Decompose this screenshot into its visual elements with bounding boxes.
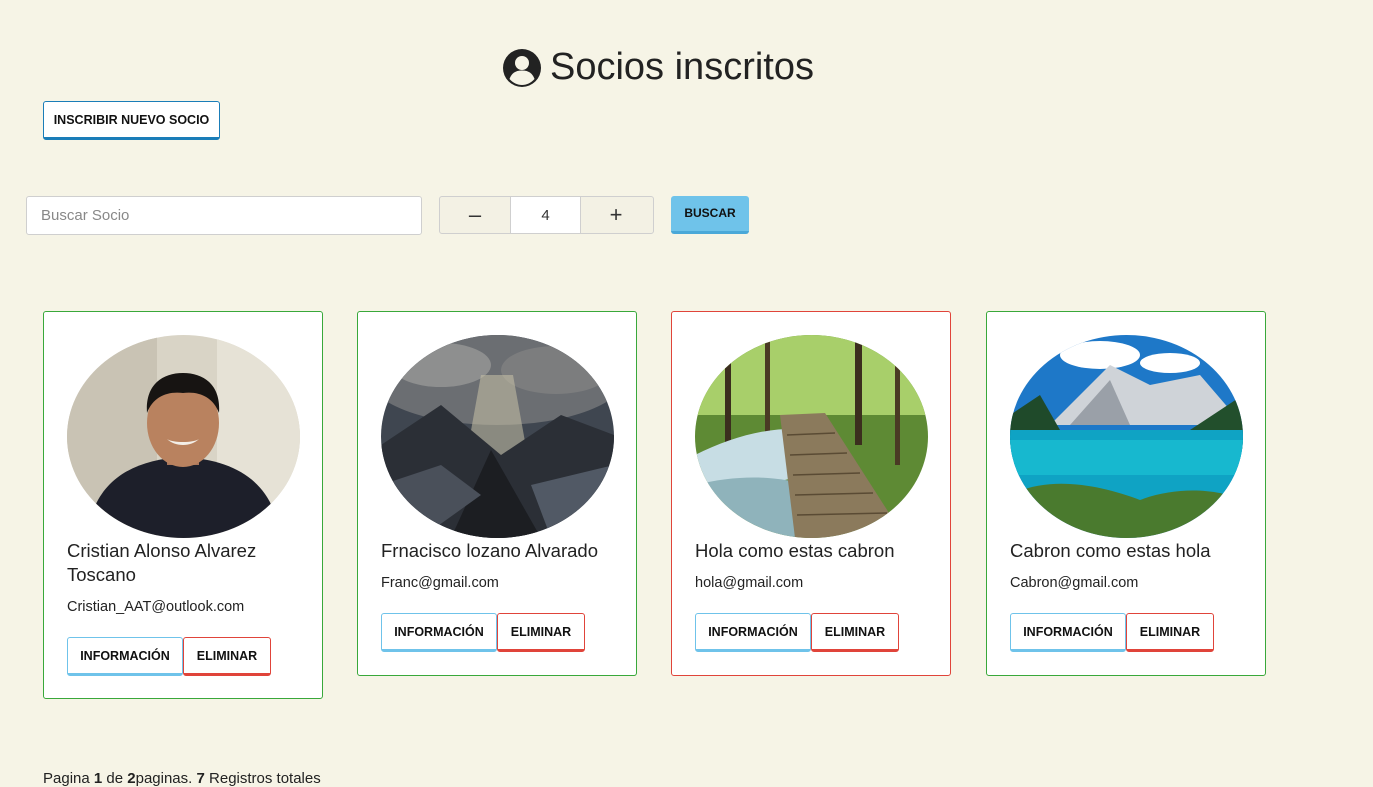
page-title-text: Socios inscritos — [550, 46, 814, 88]
stepper-value[interactable]: 4 — [510, 197, 581, 233]
member-email: hola@gmail.com — [695, 575, 804, 591]
delete-button[interactable]: ELIMINAR — [183, 637, 271, 676]
card-actions: INFORMACIÓN ELIMINAR — [67, 637, 271, 676]
member-email: Cristian_AAT@outlook.com — [67, 599, 245, 615]
member-card: Hola como estas cabron hola@gmail.com IN… — [671, 311, 951, 676]
member-photo — [1010, 335, 1243, 538]
info-button[interactable]: INFORMACIÓN — [695, 613, 811, 652]
member-card: Cristian Alonso Alvarez Toscano Cristian… — [43, 311, 323, 699]
pagination-pages-label: paginas. — [135, 770, 193, 787]
member-name: Cristian Alonso Alvarez Toscano — [67, 540, 257, 585]
new-member-button[interactable]: INSCRIBIR NUEVO SOCIO — [43, 101, 220, 140]
increment-button[interactable]: + — [581, 197, 651, 233]
page-title: Socios inscritos — [502, 46, 814, 89]
delete-button[interactable]: ELIMINAR — [497, 613, 585, 652]
quantity-stepper: – 4 + — [439, 196, 654, 234]
decrement-button[interactable]: – — [440, 197, 510, 233]
card-actions: INFORMACIÓN ELIMINAR — [381, 613, 585, 652]
pagination-label: Pagina — [43, 770, 90, 787]
pagination-info: Pagina 1 de 2paginas. 7 Registros totale… — [43, 770, 321, 787]
search-input[interactable] — [26, 196, 422, 235]
member-photo — [695, 335, 928, 538]
member-card: Frnacisco lozano Alvarado Franc@gmail.co… — [357, 311, 637, 676]
delete-button[interactable]: ELIMINAR — [811, 613, 899, 652]
member-photo — [67, 335, 300, 538]
member-card: Cabron como estas hola Cabron@gmail.com … — [986, 311, 1266, 676]
member-email: Franc@gmail.com — [381, 575, 499, 591]
records-label: Registros totales — [209, 770, 321, 787]
user-circle-icon — [502, 48, 542, 88]
current-page: 1 — [93, 770, 103, 787]
info-button[interactable]: INFORMACIÓN — [67, 637, 183, 676]
total-pages: 2 — [127, 770, 136, 787]
info-button[interactable]: INFORMACIÓN — [381, 613, 497, 652]
card-actions: INFORMACIÓN ELIMINAR — [1010, 613, 1214, 652]
member-name: Hola como estas cabron — [695, 540, 895, 561]
info-button[interactable]: INFORMACIÓN — [1010, 613, 1126, 652]
total-records: 7 — [196, 770, 205, 787]
pagination-of: de — [106, 770, 124, 787]
member-name: Cabron como estas hola — [1010, 540, 1211, 561]
search-button[interactable]: BUSCAR — [671, 196, 749, 234]
member-name: Frnacisco lozano Alvarado — [381, 540, 598, 561]
member-photo — [381, 335, 614, 538]
delete-button[interactable]: ELIMINAR — [1126, 613, 1214, 652]
card-actions: INFORMACIÓN ELIMINAR — [695, 613, 899, 652]
member-email: Cabron@gmail.com — [1010, 575, 1139, 591]
